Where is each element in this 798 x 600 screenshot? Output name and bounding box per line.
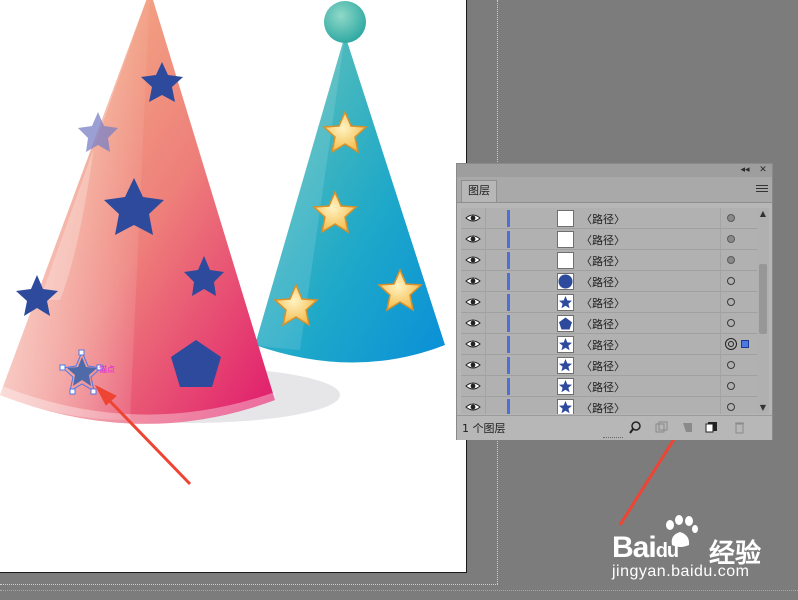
layer-thumbnail [557, 210, 574, 227]
layer-row[interactable]: 〈路径〉 [461, 250, 758, 271]
new-layer-icon[interactable] [705, 421, 718, 434]
delete-icon[interactable] [733, 421, 746, 434]
layer-thumbnail [557, 294, 574, 311]
panel-menu-icon[interactable] [756, 183, 768, 195]
layer-list: 〈路径〉 〈路径〉 〈路径〉 〈路径〉 〈路径〉 〈路径〉 〈路径〉 〈路径〉 〈路径〉 〈路径〉 [461, 208, 758, 414]
resize-grip[interactable] [603, 437, 623, 440]
layer-color-bar [507, 231, 510, 248]
layer-count: 1 个图层 [462, 422, 506, 435]
target-indicator[interactable] [727, 214, 735, 222]
scrollbar[interactable]: ▲ ▼ [757, 208, 769, 414]
svg-text:锚点: 锚点 [99, 364, 115, 374]
layer-thumbnail [557, 252, 574, 269]
layer-thumbnail [557, 378, 574, 395]
layer-color-bar [507, 357, 510, 374]
make-clipping-mask-icon[interactable] [655, 421, 668, 434]
tab-layers[interactable]: 图层 [461, 180, 497, 202]
visibility-eye-icon[interactable] [465, 401, 481, 413]
baidu-jingyan-watermark: Baidu 经验 jingyan.baidu.com [612, 513, 792, 585]
target-indicator[interactable] [727, 256, 735, 264]
layer-color-bar [507, 273, 510, 290]
layer-color-bar [507, 294, 510, 311]
teal-hat-pompom [324, 1, 366, 43]
layer-thumbnail [557, 315, 574, 332]
watermark-brand: Baidu [612, 531, 679, 564]
layer-row[interactable]: 〈路径〉 [461, 355, 758, 376]
collapse-panel-icon[interactable]: ◂◂ [738, 164, 752, 177]
scroll-up-icon[interactable]: ▲ [757, 208, 769, 220]
panel-footer: 1 个图层 [457, 415, 772, 440]
target-indicator[interactable] [725, 338, 737, 350]
close-icon[interactable]: ✕ [756, 164, 770, 177]
layer-thumbnail [557, 231, 574, 248]
visibility-eye-icon[interactable] [465, 338, 481, 350]
visibility-eye-icon[interactable] [465, 296, 481, 308]
visibility-eye-icon[interactable] [465, 212, 481, 224]
create-sublayer-icon[interactable] [681, 421, 694, 434]
layer-name[interactable]: 〈路径〉 [581, 337, 625, 353]
artboard-canvas[interactable]: 锚点 [0, 0, 466, 572]
scroll-down-icon[interactable]: ▼ [757, 402, 769, 414]
target-indicator[interactable] [727, 361, 735, 369]
visibility-eye-icon[interactable] [465, 317, 481, 329]
layer-row[interactable]: 〈路径〉 [461, 376, 758, 397]
layer-name[interactable]: 〈路径〉 [581, 295, 625, 311]
layers-panel: ◂◂ ✕ 图层 〈路径〉 〈路径〉 〈路径〉 〈路径〉 〈路径〉 〈路径〉 〈路径〉 〈路径〉… [456, 163, 773, 440]
panel-titlebar: ◂◂ ✕ [457, 164, 772, 177]
watermark-url: jingyan.baidu.com [612, 563, 750, 580]
layer-thumbnail [557, 273, 574, 290]
scroll-thumb[interactable] [759, 264, 767, 334]
layer-row[interactable]: 〈路径〉 [461, 313, 758, 334]
layer-color-bar [507, 252, 510, 269]
visibility-eye-icon[interactable] [465, 359, 481, 371]
party-hats-artwork: 锚点 [0, 0, 445, 486]
layer-row[interactable]: 〈路径〉 [461, 271, 758, 292]
layer-row[interactable]: 〈路径〉 [461, 292, 758, 313]
layer-thumbnail [557, 399, 574, 414]
selection-indicator[interactable] [741, 340, 749, 348]
visibility-eye-icon[interactable] [465, 233, 481, 245]
layer-row[interactable]: 〈路径〉 [461, 397, 758, 414]
visibility-eye-icon[interactable] [465, 254, 481, 266]
layer-name[interactable]: 〈路径〉 [581, 274, 625, 290]
panel-tabbar: 图层 [457, 177, 772, 203]
layer-name[interactable]: 〈路径〉 [581, 253, 625, 269]
layer-name[interactable]: 〈路径〉 [581, 358, 625, 374]
layer-color-bar [507, 378, 510, 395]
target-indicator[interactable] [727, 277, 735, 285]
visibility-eye-icon[interactable] [465, 380, 481, 392]
layer-name[interactable]: 〈路径〉 [581, 400, 625, 414]
layer-color-bar [507, 336, 510, 353]
target-indicator[interactable] [727, 403, 735, 411]
layer-row[interactable]: 〈路径〉 [461, 208, 758, 229]
layer-name[interactable]: 〈路径〉 [581, 232, 625, 248]
layer-color-bar [507, 210, 510, 227]
target-indicator[interactable] [727, 382, 735, 390]
layer-name[interactable]: 〈路径〉 [581, 379, 625, 395]
layer-thumbnail [557, 336, 574, 353]
layer-name[interactable]: 〈路径〉 [581, 316, 625, 332]
visibility-eye-icon[interactable] [465, 275, 481, 287]
layer-thumbnail [557, 357, 574, 374]
target-indicator[interactable] [727, 298, 735, 306]
target-indicator[interactable] [727, 235, 735, 243]
layer-row[interactable]: 〈路径〉 [461, 334, 758, 355]
locate-object-icon[interactable] [629, 421, 642, 434]
layer-row[interactable]: 〈路径〉 [461, 229, 758, 250]
layer-name[interactable]: 〈路径〉 [581, 211, 625, 227]
layer-color-bar [507, 399, 510, 414]
target-indicator[interactable] [727, 319, 735, 327]
layer-color-bar [507, 315, 510, 332]
